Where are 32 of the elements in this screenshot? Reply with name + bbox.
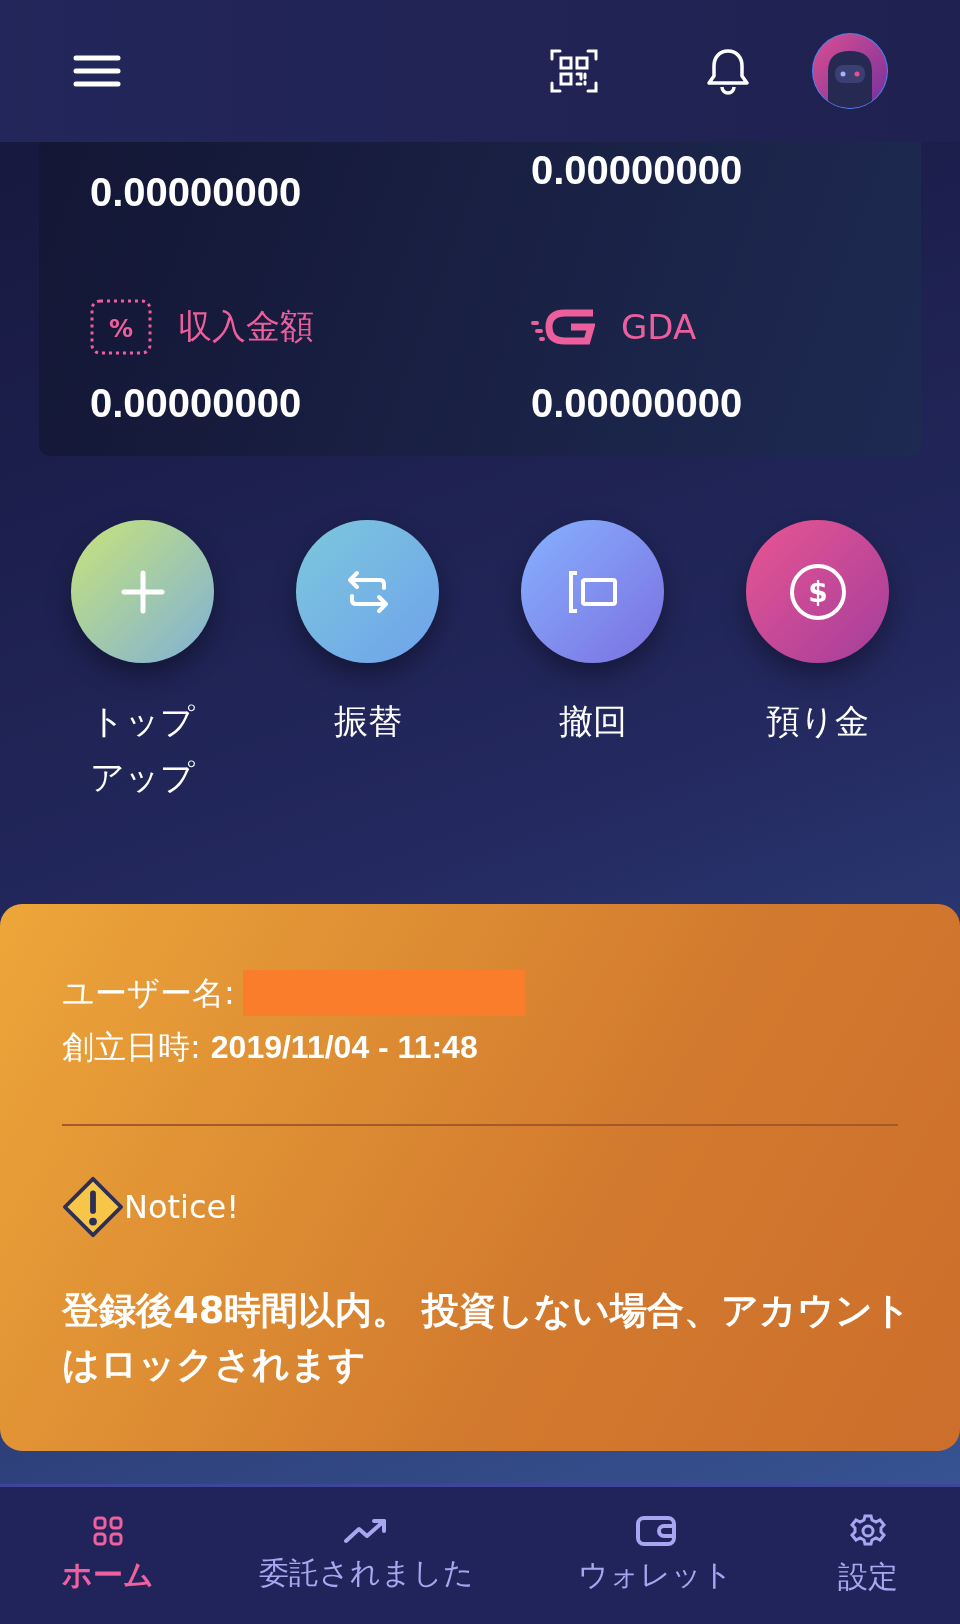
notice-text: 登録後48時間以内。 投資しない場合、アカウントはロックされます [62, 1288, 913, 1388]
warning-icon [62, 1176, 124, 1238]
nav-tab[interactable]: 委託されました [258, 1517, 474, 1594]
action-label: 預り金 [765, 700, 870, 743]
balance-label: 収入金額 [178, 305, 314, 348]
qr-scan-icon[interactable] [550, 47, 598, 95]
balance-value: 0.00000000 [90, 169, 303, 216]
nav-tab[interactable]: ホーム [62, 1515, 155, 1596]
created-date: 2019/11/04 - 11:48 [210, 1028, 478, 1067]
bell-icon[interactable] [706, 47, 750, 95]
grid-icon [92, 1515, 125, 1547]
dollar-coin-icon: $ [787, 561, 848, 622]
balance-value: 0.00000000 [90, 380, 303, 427]
percent-icon: % [90, 299, 152, 355]
settings-icon [849, 1513, 886, 1549]
nav-tab[interactable]: ウォレット [578, 1515, 734, 1596]
action-label: 振替 [332, 700, 403, 743]
action-label: 撤回 [557, 700, 628, 743]
wallet-icon [634, 1515, 677, 1547]
bracket-box-icon [567, 569, 618, 614]
created-label: 創立日時: [62, 1027, 201, 1068]
notice-title: Notice! [124, 1188, 240, 1226]
speed-g-icon [531, 307, 595, 347]
balance-value: 0.00000000 [531, 380, 744, 427]
balance-label: GDA [621, 307, 697, 347]
plus-icon [120, 569, 165, 614]
deposit-button[interactable]: $ [746, 520, 889, 663]
menu-icon[interactable] [73, 54, 121, 88]
username-label: ユーザー名: [62, 973, 235, 1014]
action-label: トップアップ [89, 700, 196, 799]
balance-value: 0.00000000 [531, 147, 744, 194]
nav-tab[interactable]: 設定 [837, 1513, 898, 1598]
